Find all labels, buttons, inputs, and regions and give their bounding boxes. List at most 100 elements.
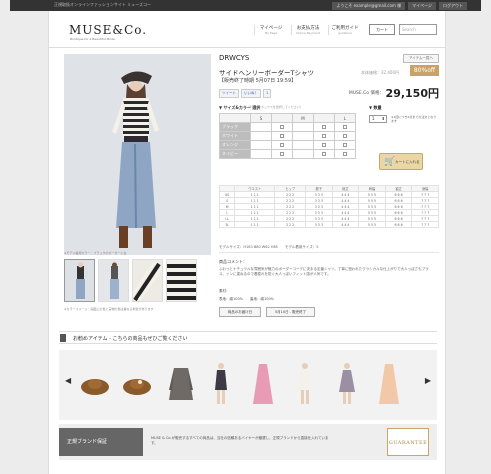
thumbnail-caption: ※カラーイメージ：画面上の色と実物の色は異なる場合があります [64,307,154,311]
header-nav: マイページ My Page お支払方法 Online Payment ご利用ガイ… [254,25,361,35]
quantity-heading: ▼ 数量 [369,105,382,110]
sale-end-time: 【販売終了時期 5月07日 19:59】 [219,78,297,84]
description-body: ふわっとナチュラルな雰囲気が魅力のボーダーコーデに決まる定番シャツ。丁寧に縫われ… [219,267,429,276]
header-cart-button[interactable]: カート [369,24,395,35]
guarantee-badge-icon: GUARANTEE [387,428,429,456]
checkbox-icon [280,124,284,129]
hat-icon [81,379,109,395]
account-links: ようこそ example@gmail.com 様 マイページ ログアウト [332,2,467,10]
price-label: MUSE.Co 価格： [348,91,384,96]
option-checkbox[interactable] [313,149,335,159]
size-header-m: M [292,113,314,123]
heading-marker-icon [60,334,66,342]
divider [219,252,439,253]
search-input[interactable]: Search [399,24,437,35]
recommend-item-outfit[interactable] [205,360,237,410]
checkbox-icon [343,151,347,156]
checkbox-icon [343,124,347,129]
material-heading: 素材： [219,289,230,293]
model-size-note: モデルサイズ：H163 B80 W62 H85 モデル着用サイズ：S [219,245,319,249]
option-checkbox[interactable] [313,140,335,150]
option-checkbox[interactable] [334,149,356,159]
thumbnail-strip [64,259,197,302]
checkbox-icon [322,151,326,156]
recommend-item-cardigan[interactable] [165,360,197,410]
nav-guide[interactable]: ご利用ガイド guidance [328,25,361,35]
recommend-item-outfit[interactable] [331,360,363,410]
option-checkbox[interactable] [271,149,293,159]
option-checkbox[interactable] [313,122,335,132]
welcome-text: ようこそ example@gmail.com 様 [332,2,406,10]
recommend-item-hat[interactable] [79,360,111,410]
like-count: 1 [263,89,272,98]
facebook-like-button[interactable]: いいね！ [241,89,261,98]
chevron-down-icon: ⬍ [381,116,385,121]
mypage-link[interactable]: マイページ [408,2,436,10]
tweet-button[interactable]: ツイート [219,89,239,98]
checkbox-icon [322,133,326,138]
thumbnail-sleeve-detail[interactable] [132,259,163,302]
color-label-white: ホワイト [219,131,251,141]
color-label-black: ブラック [219,122,251,132]
checkbox-icon [322,124,326,129]
sale-price: 29,150円 [385,87,439,100]
cardigan-icon [169,368,193,400]
recommend-item-dress[interactable] [373,360,405,410]
sale-end-button[interactable]: 5月10日 - 販売終了 [266,307,315,317]
site-logo[interactable]: MUSE&Co. [69,23,147,37]
option-checkbox[interactable] [271,131,293,141]
dress-icon [298,363,312,404]
size-header-l: L [334,113,356,123]
option-checkbox[interactable] [334,131,356,141]
option-checkbox[interactable] [271,122,293,132]
dress-icon [339,363,355,404]
dress-icon [379,364,399,404]
product-main-image[interactable] [64,54,211,255]
checkbox-icon [322,142,326,147]
color-label-orange: オレンジ [219,140,251,150]
color-label-navy: ネイビー [219,149,251,159]
dress-icon [253,364,273,404]
thumbnail-fabric-detail[interactable] [166,259,197,302]
carousel-next-arrow[interactable]: ▶ [425,376,431,385]
checkbox-icon [280,142,284,147]
checkbox-icon [343,133,347,138]
carousel-prev-arrow[interactable]: ◀ [65,376,71,385]
option-checkbox[interactable] [334,140,356,150]
guarantee-label-box: 正規ブランド保証 [59,428,143,456]
site-header: MUSE&Co. Boutique for a Beautiful Mode マ… [49,11,445,48]
thumbnail-front[interactable] [64,259,95,302]
add-to-cart-button[interactable]: 🛒 カートに入れる [379,153,423,170]
recommend-item-outfit[interactable] [289,360,321,410]
nav-payment[interactable]: お支払方法 Online Payment [291,25,324,35]
photo-caption: ※モデル着用カラー：ブラックのボーダーに白 [64,251,127,255]
size-header-s: S [250,113,272,123]
quantity-note: ※1回につき2点までの注文となります [391,115,437,123]
logout-link[interactable]: ログアウト [439,2,467,10]
guarantee-text: MUSE & Co.が販売するすべての商品は、当社の信頼あるバイヤーが厳選し、正… [151,436,329,445]
size-chart: ウエスト ヒップ 股下 総丈 肩幅 袖丈 身幅 XS 1 1 12 2 23 3 … [218,185,439,228]
option-checkbox[interactable] [334,122,356,132]
brand-name[interactable]: DRWCYS [219,54,249,62]
delivery-date-button[interactable]: 商品のお届け日 [219,307,261,317]
recommend-item-dress[interactable] [247,360,279,410]
top-bar: 正規取扱オンラインファッションサイト ミューズコー ようこそ example@g… [10,0,481,11]
option-checkbox[interactable] [313,131,335,141]
recommend-heading: お勧めアイテム - こちらの商品もぜひご覧ください [73,336,188,342]
table-row: 3L 1 1 12 2 23 3 34 4 45 5 56 6 67 7 7 [218,221,439,228]
thumbnail-back[interactable] [98,259,129,302]
discount-badge: 80%off [409,65,439,76]
recommend-item-hat[interactable] [121,360,153,410]
material-text: 表地：綿100% 裏地：綿100% [219,297,275,301]
quantity-select[interactable]: 1 ⬍ [369,115,387,123]
checkbox-icon [280,151,284,156]
nav-mypage[interactable]: マイページ My Page [254,25,287,35]
cart-icon: 🛒 [384,157,396,167]
item-list-button[interactable]: アイテム一覧へ [402,54,439,63]
size-color-grid: S M L ブラック ホワイト オレンジ ネイビー [219,113,356,159]
brand-guarantee: 正規ブランド保証 MUSE & Co.が販売するすべての商品は、当社の信頼あるバ… [59,424,437,460]
recommend-heading-bar: お勧めアイテム - こちらの商品もぜひご覧ください [59,331,437,344]
product-title: サイドヘンリーボーダーTシャツ [219,69,314,77]
option-checkbox[interactable] [271,140,293,150]
list-price: 本体価格：32,400円 [361,70,399,75]
